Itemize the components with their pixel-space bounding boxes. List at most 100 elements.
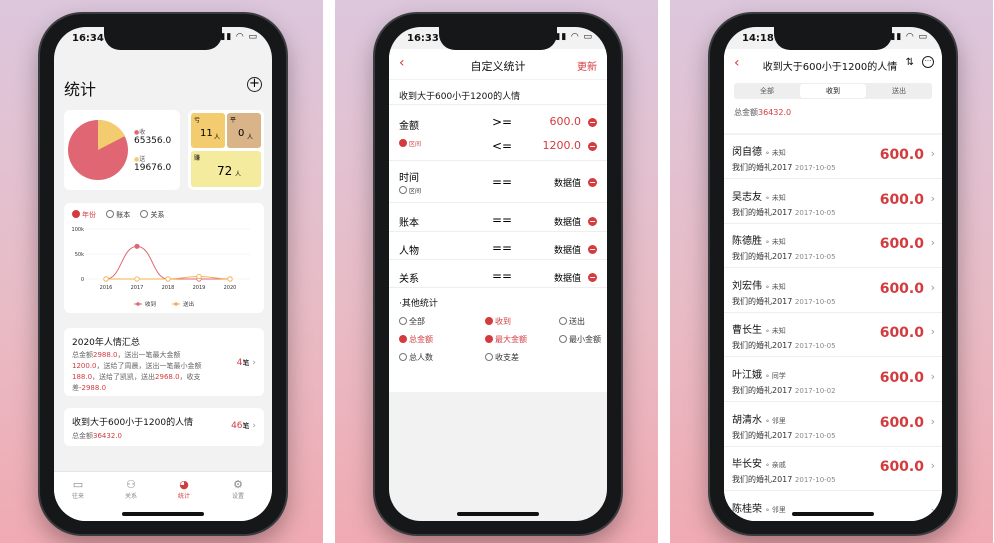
option-all[interactable]: 全部	[399, 316, 425, 327]
tab-settings[interactable]: ⚙ 设置	[228, 478, 248, 500]
year-summary-card[interactable]: 2020年人情汇总 总金额2988.0，送出一笔最大金额 1200.0，送给了周…	[64, 328, 264, 396]
person-op[interactable]: ==	[492, 241, 512, 255]
list-item[interactable]: 毕长安 ∘ 亲戚 我们的婚礼2017 2017-10-05 600.0 ›	[724, 447, 942, 492]
time-value[interactable]: 数据值	[554, 176, 581, 189]
list-item[interactable]: 胡清水 ∘ 邻里 我们的婚礼2017 2017-10-05 600.0 ›	[724, 402, 942, 447]
chevron-right-icon: ›	[930, 147, 935, 160]
pie-card[interactable]: ●收 65356.0 ●送 19676.0	[64, 110, 180, 190]
event-info: 我们的婚礼2017 2017-10-02	[732, 386, 836, 395]
remove-icon[interactable]: −	[588, 178, 597, 187]
query-title[interactable]: 收到大于600小于1200的人情	[399, 89, 520, 102]
amount: 600.0	[879, 236, 924, 253]
custom-stat-total: 36432.0	[93, 432, 122, 440]
tab-statistics[interactable]: ◕ 统计	[174, 478, 194, 500]
tab-records[interactable]: ▭ 往来	[68, 478, 88, 500]
summary-title: 2020年人情汇总	[72, 338, 140, 348]
option-max-amount[interactable]: 最大金额	[485, 334, 527, 345]
chart-card: 年份 账本 关系 100k 50k 0 2016 2017 2018 2019 2020 收到送…	[64, 203, 264, 313]
screen-custom-statistics: 16:33 ▮▮ ◠ ▭ ‹ 自定义统计 更新 收到大于600小于1200的人情…	[389, 27, 607, 521]
option-total-people[interactable]: 总人数	[399, 352, 433, 363]
update-button[interactable]: 更新	[577, 58, 597, 73]
person-value[interactable]: 数据值	[554, 243, 581, 256]
gain-count: 72	[217, 164, 233, 178]
x-tick-label: 2017	[131, 285, 144, 291]
other-stats-title: ·其他统计	[399, 299, 438, 309]
person-name: 陈德胜 ∘ 未知	[732, 236, 786, 248]
time-range-checkbox[interactable]: 区间	[399, 186, 421, 195]
option-sent[interactable]: 送出	[559, 316, 585, 327]
option-min-amount[interactable]: 最小金额	[559, 334, 601, 345]
book-value[interactable]: 数据值	[554, 215, 581, 228]
custom-stat-title: 收到大于600小于1200的人情	[72, 418, 194, 428]
remove-icon[interactable]: −	[588, 245, 597, 254]
home-indicator	[122, 512, 204, 516]
amount: 600.0	[879, 414, 924, 431]
summary-text: 总金额2988.0，送出一笔最大金额 1200.0，送给了周晨，送出一笔最小金额…	[72, 351, 202, 392]
person-name: 曹长生 ∘ 未知	[732, 325, 786, 337]
amount-max-input[interactable]: 1200.0	[543, 139, 582, 152]
segment-sent[interactable]: 送出	[866, 86, 932, 96]
option-total-amount[interactable]: 总金额	[399, 334, 433, 345]
signal-wifi-battery-icon: ▮▮ ◠ ▭	[555, 32, 593, 42]
total-amount: 总金额36432.0	[734, 108, 792, 117]
amount-op-min[interactable]: >=	[492, 115, 512, 129]
add-icon[interactable]: +	[247, 77, 262, 92]
remove-icon[interactable]: −	[588, 273, 597, 282]
sort-icon[interactable]: ⇅	[906, 57, 914, 68]
event-info: 我们的婚礼2017 2017-10-05	[732, 341, 836, 351]
sent-total: 19676.0	[134, 163, 172, 173]
x-tick-label: 2016	[100, 285, 113, 291]
book-op[interactable]: ==	[492, 213, 512, 227]
option-balance[interactable]: 收支差	[485, 352, 519, 363]
segment-all[interactable]: 全部	[734, 86, 800, 96]
person-name: 叶江娥 ∘ 同学	[732, 370, 786, 381]
tile-gain[interactable]: 赚 72 人	[191, 151, 261, 187]
pie-chart-icon: ◕	[179, 478, 189, 491]
year-line-chart: 100k 50k 0 2016 2017 2018 2019 2020 收到 送出	[72, 227, 250, 308]
amount: 600.0	[879, 459, 924, 476]
list-item[interactable]: 刘宏伟 ∘ 未知 我们的婚礼2017 2017-10-05 600.0 ›	[724, 268, 942, 313]
more-icon[interactable]: ···	[922, 56, 934, 68]
time-op[interactable]: ==	[492, 175, 512, 189]
tab-relations[interactable]: ⚇ 关系	[121, 478, 141, 500]
amount: 600.0	[879, 280, 924, 297]
option-received[interactable]: 收到	[485, 316, 511, 327]
home-indicator	[792, 512, 874, 516]
time-label: 时间	[399, 173, 419, 184]
legend-dot	[174, 302, 178, 306]
remove-icon[interactable]: −	[588, 142, 597, 151]
amount-op-max[interactable]: <=	[492, 139, 512, 153]
list-item[interactable]: 叶江娥 ∘ 同学 我们的婚礼2017 2017-10-02 600.0 ›	[724, 358, 942, 402]
event-info: 我们的婚礼2017 2017-10-05	[732, 207, 836, 217]
segment-received[interactable]: 收到	[800, 84, 866, 98]
list-item[interactable]: 曹长生 ∘ 未知 我们的婚礼2017 2017-10-05 600.0 ›	[724, 313, 942, 358]
notch	[439, 27, 557, 50]
relation-value[interactable]: 数据值	[554, 271, 581, 284]
signal-wifi-battery-icon: ▮▮ ◠ ▭	[220, 32, 258, 42]
page-title: 统计	[64, 80, 97, 99]
tile-loss[interactable]: 亏 11 人	[191, 113, 225, 148]
x-tick-label: 2018	[162, 285, 175, 291]
list-item[interactable]: 吴志友 ∘ 未知 我们的婚礼2017 2017-10-05 600.0 ›	[724, 179, 942, 224]
filter-header: 全部 收到 送出 总金额36432.0	[724, 81, 942, 133]
balance-tiles: 亏 11 人 平 0 人 赚 72 人	[188, 110, 264, 190]
person-name: 刘宏伟 ∘ 未知	[732, 280, 786, 292]
custom-stat-card[interactable]: 收到大于600小于1200的人情 总金额36432.0 46笔 ›	[64, 408, 264, 446]
summary-count: 4笔 ›	[236, 358, 256, 368]
series-line-0	[105, 245, 230, 280]
list-item[interactable]: 陈德胜 ∘ 未知 我们的婚礼2017 2017-10-05 600.0 ›	[724, 224, 942, 269]
panel-custom-statistics: 16:33 ▮▮ ◠ ▭ ‹ 自定义统计 更新 收到大于600小于1200的人情…	[335, 0, 658, 543]
segmented-control: 全部 收到 送出	[734, 83, 932, 99]
relation-op[interactable]: ==	[492, 269, 512, 283]
amount-min-input[interactable]: 600.0	[550, 115, 582, 128]
list-item[interactable]: 陈桂荣 ∘ 邻里 ›	[724, 491, 942, 521]
nav-title: 自定义统计	[470, 60, 526, 73]
remove-icon[interactable]: −	[588, 118, 597, 127]
list-item[interactable]: 闵自德 ∘ 未知 我们的婚礼2017 2017-10-05 600.0 ›	[724, 135, 942, 179]
range-checkbox[interactable]: 区间	[399, 139, 421, 148]
legend-received: 收	[139, 129, 146, 136]
data-point	[227, 276, 233, 282]
chevron-right-icon: ›	[930, 459, 935, 473]
remove-icon[interactable]: −	[588, 217, 597, 226]
tile-even[interactable]: 平 0 人	[227, 113, 261, 148]
